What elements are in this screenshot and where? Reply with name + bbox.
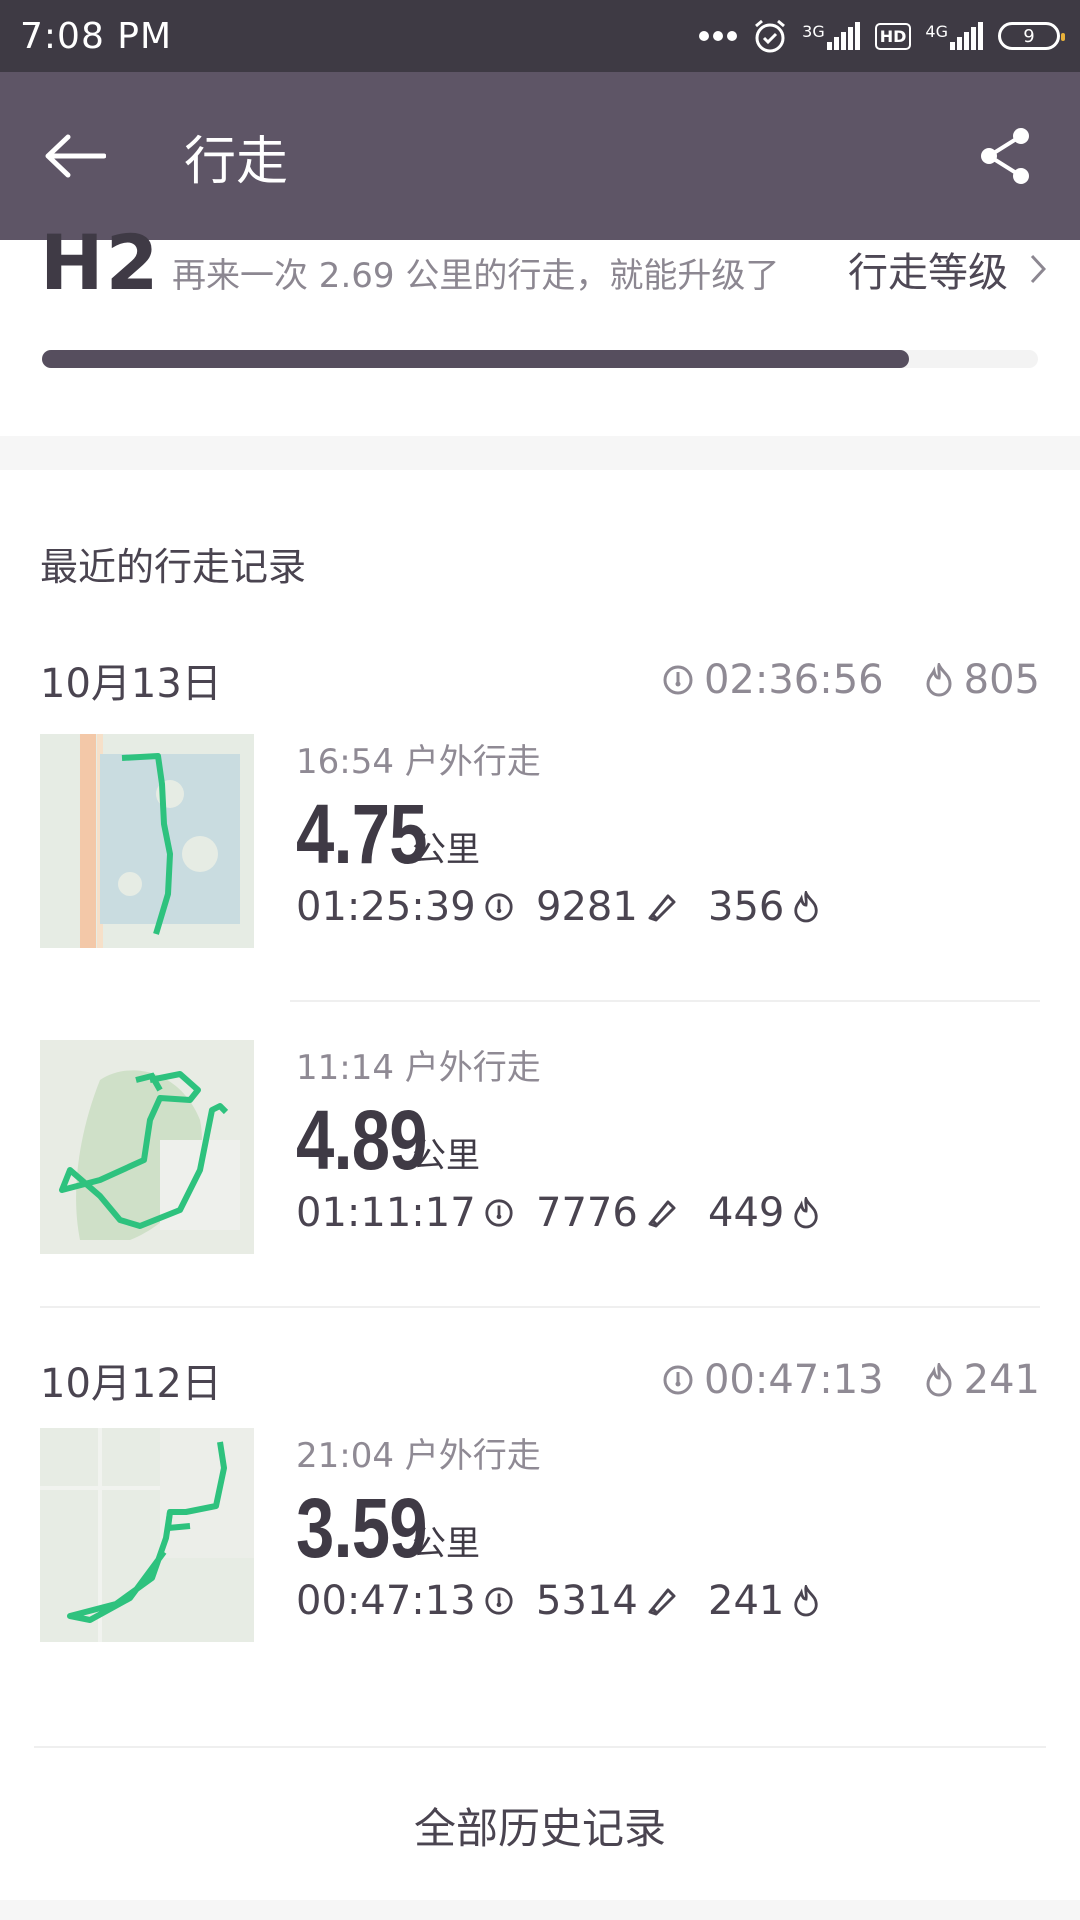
record-distance: 4.75 公里 xyxy=(296,786,480,883)
stat-duration: 01:11:17 xyxy=(296,1190,514,1236)
stat-steps: 5314 xyxy=(536,1578,678,1624)
record-stats: 01:25:39 9281 356 xyxy=(296,884,819,930)
route-map-thumbnail xyxy=(40,734,254,948)
signal-4g: 4G xyxy=(925,22,984,50)
divider xyxy=(40,1306,1040,1308)
level-progress-bar xyxy=(42,350,1038,368)
signal-3g: 3G xyxy=(802,22,861,50)
walk-record[interactable]: 21:04 户外行走 3.59 公里 00:47:13 5314 241 xyxy=(40,1428,1040,1642)
signal-bars-icon xyxy=(950,22,983,50)
record-subtitle: 11:14 户外行走 xyxy=(296,1048,541,1088)
day-total-time: 00:47:13 xyxy=(703,1357,884,1403)
battery-icon: 9 xyxy=(998,22,1065,50)
flame-icon xyxy=(794,1585,819,1617)
stat-duration: 00:47:13 xyxy=(296,1578,514,1624)
steps-value: 7776 xyxy=(536,1190,638,1236)
flame-icon xyxy=(926,663,952,697)
timer-icon xyxy=(485,1587,513,1615)
route-map-thumbnail xyxy=(40,1428,254,1642)
page-title: 行走 xyxy=(184,131,289,192)
walking-level-label: 行走等级 xyxy=(848,250,1008,296)
share-icon xyxy=(981,128,1029,184)
battery-level: 9 xyxy=(1023,25,1035,47)
day-summary: 00:47:13 241 xyxy=(662,1357,1040,1403)
timer-icon xyxy=(663,665,693,695)
flame-icon xyxy=(794,1197,819,1229)
day-date: 10月12日 xyxy=(40,1361,222,1407)
walking-level-link[interactable]: 行走等级 xyxy=(848,240,1046,298)
stat-calories: 241 xyxy=(708,1578,820,1624)
calories-value: 241 xyxy=(708,1578,785,1624)
shoe-icon xyxy=(648,894,676,922)
stat-duration: 01:25:39 xyxy=(296,884,514,930)
record-subtitle: 21:04 户外行走 xyxy=(296,1436,541,1476)
record-info: 21:04 户外行走 3.59 公里 00:47:13 5314 241 xyxy=(296,1428,1040,1642)
status-bar: 7:08 PM 3G HD 4G 9 xyxy=(0,0,1080,72)
record-info: 16:54 户外行走 4.75 公里 01:25:39 9281 356 xyxy=(296,734,1040,948)
distance-value: 4.89 xyxy=(296,1093,428,1187)
record-distance: 3.59 公里 xyxy=(296,1480,480,1577)
level-code: H2 xyxy=(40,218,161,307)
stat-steps: 9281 xyxy=(536,884,678,930)
duration-value: 00:47:13 xyxy=(296,1578,476,1624)
day-date: 10月13日 xyxy=(40,661,222,707)
day-total-time: 02:36:56 xyxy=(703,657,884,703)
chevron-right-icon xyxy=(1030,254,1046,284)
flame-icon xyxy=(794,891,819,923)
share-button[interactable] xyxy=(930,72,1080,240)
steps-value: 5314 xyxy=(536,1578,638,1624)
record-distance: 4.89 公里 xyxy=(296,1092,480,1189)
level-hint: 再来一次 2.69 公里的行走，就能升级了 xyxy=(172,256,780,296)
app-bar: 行走 xyxy=(0,72,1080,240)
day-total-calories: 241 xyxy=(963,1357,1040,1403)
divider xyxy=(34,1746,1046,1748)
hd-badge: HD xyxy=(874,22,912,50)
record-info: 11:14 户外行走 4.89 公里 01:11:17 7776 449 xyxy=(296,1040,1040,1254)
divider xyxy=(290,1000,1040,1002)
distance-value: 4.75 xyxy=(296,787,428,881)
record-stats: 00:47:13 5314 241 xyxy=(296,1578,819,1624)
arrow-left-icon xyxy=(45,134,106,178)
shoe-icon xyxy=(648,1200,676,1228)
day-total-calories: 805 xyxy=(963,657,1040,703)
calories-value: 356 xyxy=(708,884,785,930)
alarm-icon xyxy=(755,19,786,53)
route-map-thumbnail xyxy=(40,1040,254,1254)
walk-record[interactable]: 11:14 户外行走 4.89 公里 01:11:17 7776 449 xyxy=(40,1040,1040,1254)
day-header: 10月12日 00:47:13 241 xyxy=(40,1350,1040,1410)
distance-value: 3.59 xyxy=(296,1481,428,1575)
record-subtitle: 16:54 户外行走 xyxy=(296,742,541,782)
steps-value: 9281 xyxy=(536,884,638,930)
duration-value: 01:11:17 xyxy=(296,1190,476,1236)
walk-record[interactable]: 16:54 户外行走 4.75 公里 01:25:39 9281 356 xyxy=(40,734,1040,948)
route-map xyxy=(40,1040,254,1254)
stat-steps: 7776 xyxy=(536,1190,678,1236)
calories-value: 449 xyxy=(708,1190,785,1236)
shoe-icon xyxy=(648,1588,676,1616)
timer-icon xyxy=(485,1199,513,1227)
timer-icon xyxy=(663,1365,693,1395)
more-dots-icon xyxy=(699,31,738,41)
all-history-button[interactable]: 全部历史记录 xyxy=(0,1760,1080,1890)
level-card: H2 再来一次 2.69 公里的行走，就能升级了 行走等级 xyxy=(0,218,1080,436)
day-header: 10月13日 02:36:56 805 xyxy=(40,650,1040,710)
level-progress-fill xyxy=(42,350,909,368)
recent-records-card: 最近的行走记录 10月13日 02:36:56 805 16:54 户外行走 4… xyxy=(0,470,1080,1900)
flame-icon xyxy=(926,1363,952,1397)
section-title: 最近的行走记录 xyxy=(40,545,307,589)
stat-calories: 356 xyxy=(708,884,820,930)
duration-value: 01:25:39 xyxy=(296,884,476,930)
back-button[interactable] xyxy=(0,72,150,240)
status-time: 7:08 PM xyxy=(20,15,173,57)
record-stats: 01:11:17 7776 449 xyxy=(296,1190,819,1236)
signal-bars-icon xyxy=(826,22,860,50)
day-summary: 02:36:56 805 xyxy=(662,657,1040,703)
route-map xyxy=(40,1428,254,1642)
stat-calories: 449 xyxy=(708,1190,820,1236)
status-icons: 3G HD 4G 9 xyxy=(698,18,1065,54)
timer-icon xyxy=(485,893,513,921)
route-map xyxy=(40,734,254,948)
